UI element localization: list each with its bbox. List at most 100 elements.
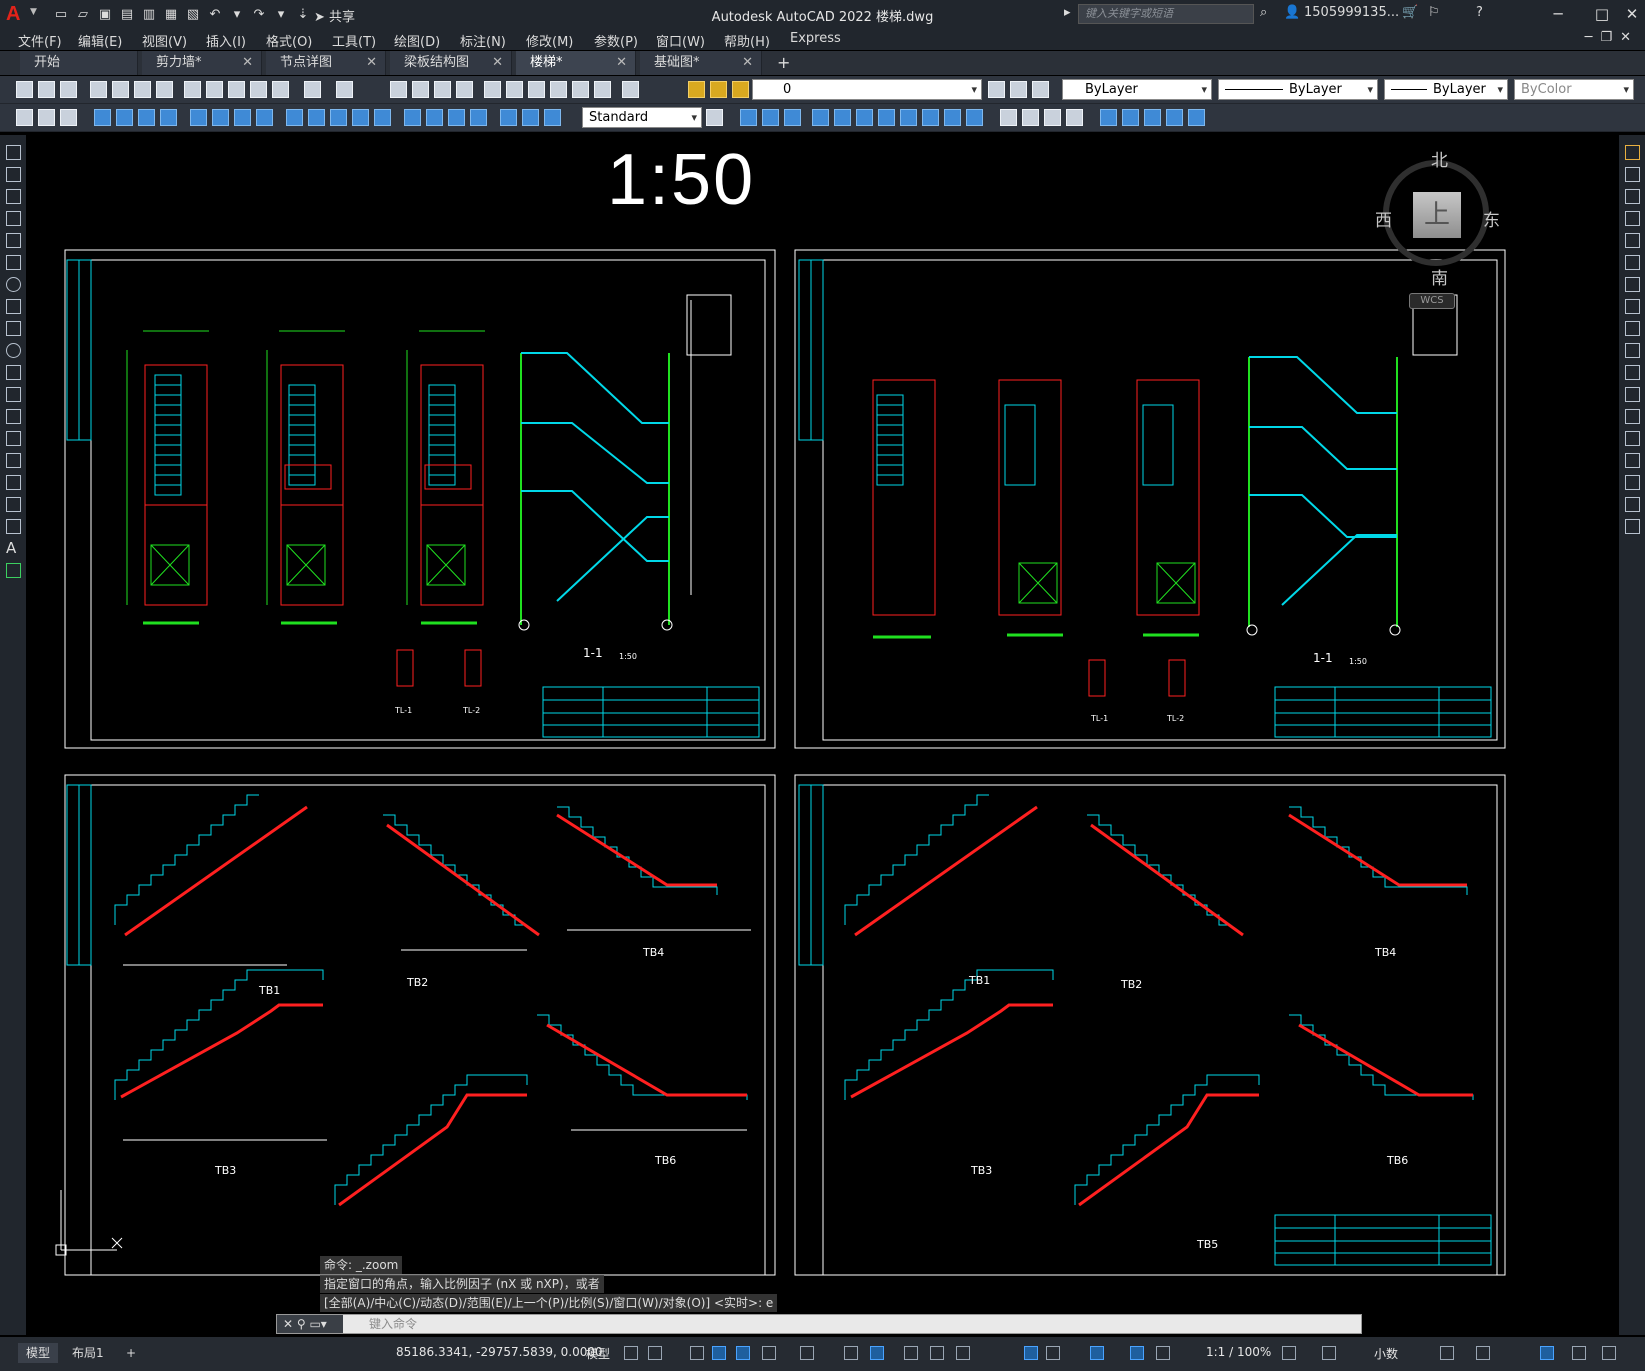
polygon-icon[interactable] xyxy=(6,211,21,226)
erase-icon[interactable] xyxy=(1625,145,1640,160)
menu-dimension[interactable]: 标注(N) xyxy=(460,31,506,50)
move-icon[interactable] xyxy=(1625,255,1640,270)
region-icon[interactable] xyxy=(6,497,21,512)
multiline-text-icon[interactable]: A xyxy=(6,541,21,556)
rotate-icon[interactable] xyxy=(1625,277,1640,292)
annotation-monitor-icon[interactable] xyxy=(1322,1346,1336,1360)
undo-icon[interactable] xyxy=(304,81,321,98)
infer-constraints-icon[interactable] xyxy=(690,1346,704,1360)
plot-preview-icon[interactable] xyxy=(112,81,129,98)
view-icon[interactable] xyxy=(900,109,917,126)
aligned-dim-icon[interactable] xyxy=(116,109,133,126)
3d-dwf-icon[interactable] xyxy=(156,81,173,98)
insert-block-icon[interactable] xyxy=(6,387,21,402)
linetype-dropdown[interactable]: ByLayer xyxy=(1218,79,1378,100)
tool-palettes-icon[interactable] xyxy=(528,81,545,98)
visual-style-icon[interactable] xyxy=(1044,109,1061,126)
menu-edit[interactable]: 编辑(E) xyxy=(78,31,122,50)
ucs-icon[interactable] xyxy=(1144,109,1161,126)
point-icon[interactable] xyxy=(6,431,21,446)
tab-beam-slab[interactable]: 梁板结构图 ✕ xyxy=(390,51,512,75)
sheet-set-icon[interactable] xyxy=(550,81,567,98)
transparency-icon[interactable] xyxy=(930,1346,944,1360)
save-icon[interactable] xyxy=(60,81,77,98)
gradient-icon[interactable] xyxy=(6,475,21,490)
tool-icon[interactable] xyxy=(38,109,55,126)
zoom-previous-icon[interactable] xyxy=(456,81,473,98)
layer-states-icon[interactable] xyxy=(1032,81,1049,98)
jogged-linear-icon[interactable] xyxy=(470,109,487,126)
redo-icon[interactable] xyxy=(336,81,353,98)
lineweight-icon[interactable] xyxy=(904,1346,918,1360)
properties-icon[interactable] xyxy=(484,81,501,98)
view-icon[interactable] xyxy=(966,109,983,126)
help-icon[interactable]: ? xyxy=(1476,5,1483,20)
copy-icon[interactable] xyxy=(206,81,223,98)
stretch-icon[interactable] xyxy=(1625,321,1640,336)
plot-icon[interactable] xyxy=(90,81,107,98)
menu-help[interactable]: 帮助(H) xyxy=(724,31,770,50)
command-line-controls[interactable]: ✕ ⚲ ▭▾ xyxy=(277,1315,343,1333)
selection-filter-icon[interactable] xyxy=(1090,1346,1104,1360)
dim-edit-icon[interactable] xyxy=(500,109,517,126)
undo-dropdown-icon[interactable]: ▾ xyxy=(228,5,246,23)
3d-osnap-icon[interactable] xyxy=(1024,1346,1038,1360)
polyline-icon[interactable] xyxy=(6,189,21,204)
menu-modify[interactable]: 修改(M) xyxy=(526,31,573,50)
revision-cloud-icon[interactable] xyxy=(6,299,21,314)
arc-icon[interactable] xyxy=(6,255,21,270)
dim-break-icon[interactable] xyxy=(374,109,391,126)
match-properties-icon[interactable] xyxy=(250,81,267,98)
view-icon[interactable] xyxy=(762,109,779,126)
pan-icon[interactable] xyxy=(390,81,407,98)
compass-east[interactable]: 东 xyxy=(1483,206,1500,231)
selection-cycling-icon[interactable] xyxy=(956,1346,970,1360)
view-icon[interactable] xyxy=(812,109,829,126)
tab-layout1[interactable]: 布局1 xyxy=(64,1343,112,1363)
offset-icon[interactable] xyxy=(1625,211,1640,226)
tool-icon[interactable] xyxy=(16,109,33,126)
redo-icon[interactable]: ↷ xyxy=(250,5,268,23)
tab-foundation[interactable]: 基础图* ✕ xyxy=(640,51,762,75)
scale-icon[interactable] xyxy=(1625,299,1640,314)
menu-file[interactable]: 文件(F) xyxy=(18,31,62,50)
tab-shear-wall[interactable]: 剪力墙* ✕ xyxy=(142,51,262,75)
dynamic-ucs-icon[interactable] xyxy=(1046,1346,1060,1360)
inspection-icon[interactable] xyxy=(448,109,465,126)
rectangle-icon[interactable] xyxy=(6,233,21,248)
construction-line-icon[interactable] xyxy=(6,167,21,182)
view-icon[interactable] xyxy=(740,109,757,126)
cut-icon[interactable] xyxy=(184,81,201,98)
compass-west[interactable]: 西 xyxy=(1375,206,1392,231)
ortho-icon[interactable] xyxy=(736,1346,750,1360)
layer-lock-icon[interactable] xyxy=(732,81,749,98)
model-space-toggle[interactable]: 模型 xyxy=(586,1345,610,1362)
lock-ui-icon[interactable] xyxy=(1476,1346,1490,1360)
make-current-layer-icon[interactable] xyxy=(988,81,1005,98)
dim-update-icon[interactable] xyxy=(544,109,561,126)
line-icon[interactable] xyxy=(6,145,21,160)
undo-icon[interactable]: ↶ xyxy=(206,5,224,23)
menu-insert[interactable]: 插入(I) xyxy=(206,31,246,50)
markup-icon[interactable] xyxy=(572,81,589,98)
a360-icon[interactable]: ⚐ xyxy=(1428,5,1440,20)
layer-freeze-icon[interactable] xyxy=(710,81,727,98)
snap-icon[interactable] xyxy=(648,1346,662,1360)
view-icon[interactable] xyxy=(878,109,895,126)
view-icon[interactable] xyxy=(922,109,939,126)
dynamic-input-icon[interactable] xyxy=(712,1346,726,1360)
menu-parametric[interactable]: 参数(P) xyxy=(594,31,638,50)
design-center-icon[interactable] xyxy=(506,81,523,98)
jogged-dim-icon[interactable] xyxy=(212,109,229,126)
paste-icon[interactable] xyxy=(228,81,245,98)
document-window-controls[interactable]: ─❐✕ xyxy=(1585,30,1639,45)
explode-icon[interactable] xyxy=(1625,519,1640,534)
viewcube-top-face[interactable]: 上 xyxy=(1413,192,1461,238)
minimize-button[interactable]: ─ xyxy=(1546,3,1570,25)
save-as-icon[interactable]: ▤ xyxy=(118,5,136,23)
quickcalc-icon[interactable] xyxy=(594,81,611,98)
viewcube[interactable]: 上 北 南 东 西 xyxy=(1371,148,1507,289)
trim-icon[interactable] xyxy=(1625,343,1640,358)
zoom-window-icon[interactable] xyxy=(434,81,451,98)
close-tab-icon[interactable]: ✕ xyxy=(242,51,253,75)
